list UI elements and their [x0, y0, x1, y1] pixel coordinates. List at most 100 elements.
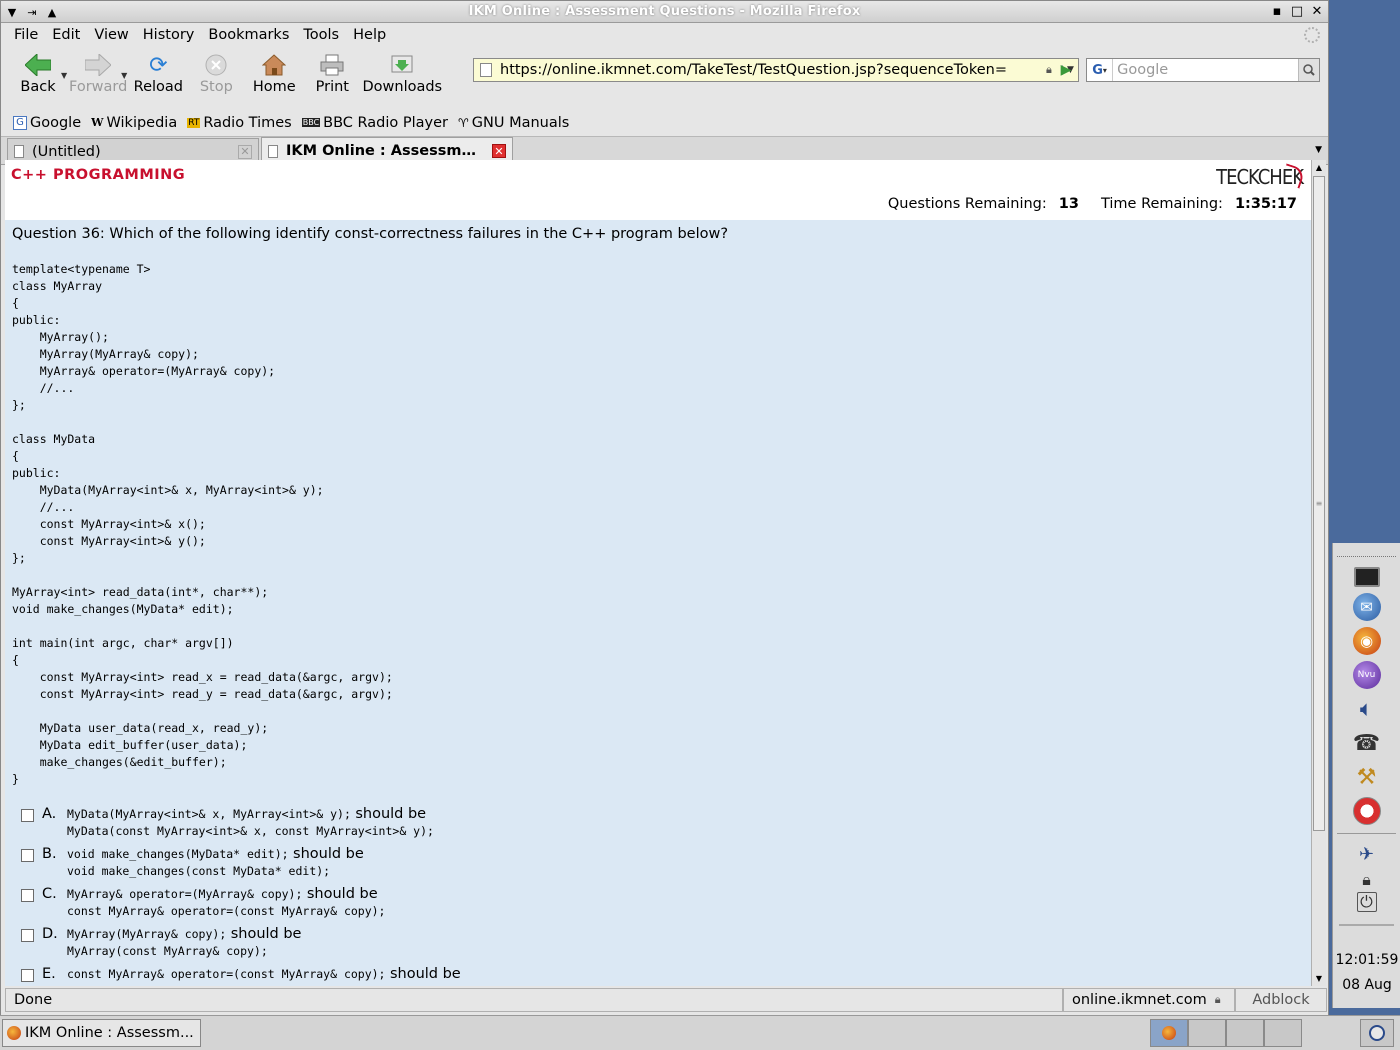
questions-remaining-label: Questions Remaining:: [887, 196, 1047, 212]
answer-code-original: const MyArray& operator=(const MyArray& …: [67, 967, 386, 981]
answer-letter: B.: [42, 846, 57, 862]
questions-remaining-value: 13: [1058, 196, 1079, 212]
forward-button[interactable]: Forward: [69, 47, 127, 95]
google-engine-icon[interactable]: G ▾: [1087, 59, 1114, 81]
stop-button[interactable]: Stop: [187, 47, 245, 95]
close-tab-icon[interactable]: ✕: [238, 144, 252, 159]
firefox-icon[interactable]: ◉: [1352, 627, 1381, 655]
title-bar[interactable]: ▼ ⇥ ▲ IKM Online : Assessment Questions …: [1, 1, 1328, 23]
status-host[interactable]: online.ikmnet.com 🔒︎: [1063, 988, 1235, 1012]
google-icon: G: [13, 115, 27, 130]
volume-icon[interactable]: 🔈︎: [1353, 695, 1381, 723]
bookmark-gnu-manuals[interactable]: ♈︎ GNU Manuals: [458, 115, 569, 131]
adblock-button[interactable]: Adblock: [1235, 988, 1327, 1012]
menu-edit[interactable]: Edit: [45, 27, 87, 43]
clock-date[interactable]: 08 Aug: [1333, 977, 1400, 993]
network-icon[interactable]: ✈: [1353, 840, 1381, 868]
bbc-icon: BBC: [301, 118, 321, 127]
bookmark-wikipedia[interactable]: W Wikipedia: [91, 115, 177, 131]
go-button-icon[interactable]: ▶: [1055, 59, 1077, 81]
scroll-down-icon[interactable]: ▼: [1312, 971, 1326, 986]
page-icon: [480, 63, 492, 77]
downloads-button[interactable]: Downloads: [361, 47, 443, 95]
minimize-icon[interactable]: ▪: [1270, 3, 1284, 19]
lock-icon[interactable]: 🔒︎: [1215, 993, 1221, 1007]
menu-file[interactable]: File: [7, 27, 45, 43]
answer-letter: C.: [42, 886, 57, 902]
reload-icon: ⟳: [149, 52, 168, 78]
workspace-2[interactable]: [1188, 1019, 1226, 1047]
gnu-icon: ♈︎: [458, 115, 469, 130]
forward-history-dropdown-icon[interactable]: ▼: [121, 71, 127, 80]
help-lifebuoy-icon[interactable]: [1352, 797, 1381, 825]
print-button[interactable]: Print: [303, 47, 361, 95]
power-icon[interactable]: ⏻: [1356, 892, 1377, 912]
throbber-icon: [1304, 27, 1320, 43]
lock-screen-icon[interactable]: 🔒︎: [1353, 870, 1381, 890]
show-desktop-icon[interactable]: [1360, 1019, 1394, 1047]
answer-a-checkbox[interactable]: [21, 809, 34, 822]
bookmark-google[interactable]: G Google: [13, 115, 81, 131]
page-icon: [14, 145, 24, 158]
bookmark-label: GNU Manuals: [471, 114, 570, 131]
settings-tools-icon[interactable]: ⚒: [1353, 763, 1381, 791]
phone-icon[interactable]: ☎: [1353, 729, 1381, 757]
answer-code-corrected: void make_changes(const MyData* edit);: [67, 864, 331, 878]
answer-d-checkbox[interactable]: [21, 929, 34, 942]
tab-list-dropdown-icon[interactable]: ▼: [1315, 145, 1322, 155]
wikipedia-icon: W: [91, 116, 104, 129]
scroll-thumb[interactable]: ≡: [1313, 176, 1325, 831]
nvu-icon[interactable]: Nvu: [1352, 661, 1381, 689]
search-box[interactable]: G ▾: [1086, 58, 1320, 82]
back-arrow-icon: [24, 51, 52, 79]
answer-letter: D.: [42, 926, 58, 942]
should-be-text: should be: [293, 846, 364, 862]
test-stats: Questions Remaining: 13 Time Remaining: …: [888, 196, 1297, 212]
section-title: C++ PROGRAMMING: [11, 167, 186, 183]
answer-c-checkbox[interactable]: [21, 889, 34, 902]
menu-tools[interactable]: Tools: [296, 27, 346, 43]
maximize-icon[interactable]: □: [1290, 3, 1304, 19]
status-bar: Done online.ikmnet.com 🔒︎ Adblock: [5, 987, 1327, 1013]
printer-icon: [318, 51, 346, 79]
taskbar-window-button[interactable]: IKM Online : Assessm...: [2, 1019, 201, 1047]
url-text[interactable]: https://online.ikmnet.com/TakeTest/TestQ…: [500, 62, 1046, 78]
terminal-icon[interactable]: [1353, 567, 1380, 587]
menu-view[interactable]: View: [87, 27, 135, 43]
back-button[interactable]: Back: [9, 47, 67, 95]
home-button[interactable]: Home: [245, 47, 303, 95]
answer-e-checkbox[interactable]: [21, 969, 34, 982]
bookmark-bbc-radio-player[interactable]: BBC BBC Radio Player: [301, 115, 448, 131]
bookmark-radio-times[interactable]: RT Radio Times: [187, 115, 292, 131]
menu-history[interactable]: History: [136, 27, 202, 43]
stop-label: Stop: [199, 79, 233, 95]
vertical-scrollbar[interactable]: ▲ ≡ ▼: [1311, 160, 1326, 986]
answer-line-1: MyArray(MyArray& copy); should be: [67, 926, 301, 942]
firefox-icon: [7, 1026, 21, 1040]
menu-bar: File Edit View History Bookmarks Tools H…: [1, 23, 1328, 47]
navigation-toolbar: Back ▼ Forward ▼ ⟳ Reload Stop Home Prin…: [1, 47, 1328, 109]
workspace-4[interactable]: [1264, 1019, 1302, 1047]
bookmark-label: Radio Times: [203, 114, 292, 131]
side-panel: ✉ ◉ Nvu 🔈︎ ☎ ⚒ ✈ 🔒︎ ⏻ 12:01:59 08 Aug: [1332, 543, 1400, 1008]
clock-time[interactable]: 12:01:59: [1333, 952, 1400, 968]
reload-button[interactable]: ⟳ Reload: [129, 47, 187, 96]
panel-grip[interactable]: [1337, 547, 1396, 557]
search-input[interactable]: [1113, 60, 1299, 80]
print-label: Print: [315, 79, 349, 95]
search-icon[interactable]: [1298, 59, 1319, 81]
reload-label: Reload: [133, 79, 183, 95]
answer-code-original: MyArray(MyArray& copy);: [67, 927, 227, 941]
scroll-up-icon[interactable]: ▲: [1312, 160, 1326, 175]
back-history-dropdown-icon[interactable]: ▼: [61, 71, 67, 80]
menu-help[interactable]: Help: [346, 27, 393, 43]
answer-b-checkbox[interactable]: [21, 849, 34, 862]
downloads-label: Downloads: [362, 79, 443, 95]
workspace-1[interactable]: [1150, 1019, 1188, 1047]
thunderbird-icon[interactable]: ✉: [1352, 593, 1381, 621]
close-window-icon[interactable]: ✕: [1310, 3, 1324, 19]
workspace-3[interactable]: [1226, 1019, 1264, 1047]
url-bar[interactable]: https://online.ikmnet.com/TakeTest/TestQ…: [473, 58, 1079, 82]
close-tab-icon[interactable]: ✕: [492, 144, 506, 158]
menu-bookmarks[interactable]: Bookmarks: [201, 27, 296, 43]
